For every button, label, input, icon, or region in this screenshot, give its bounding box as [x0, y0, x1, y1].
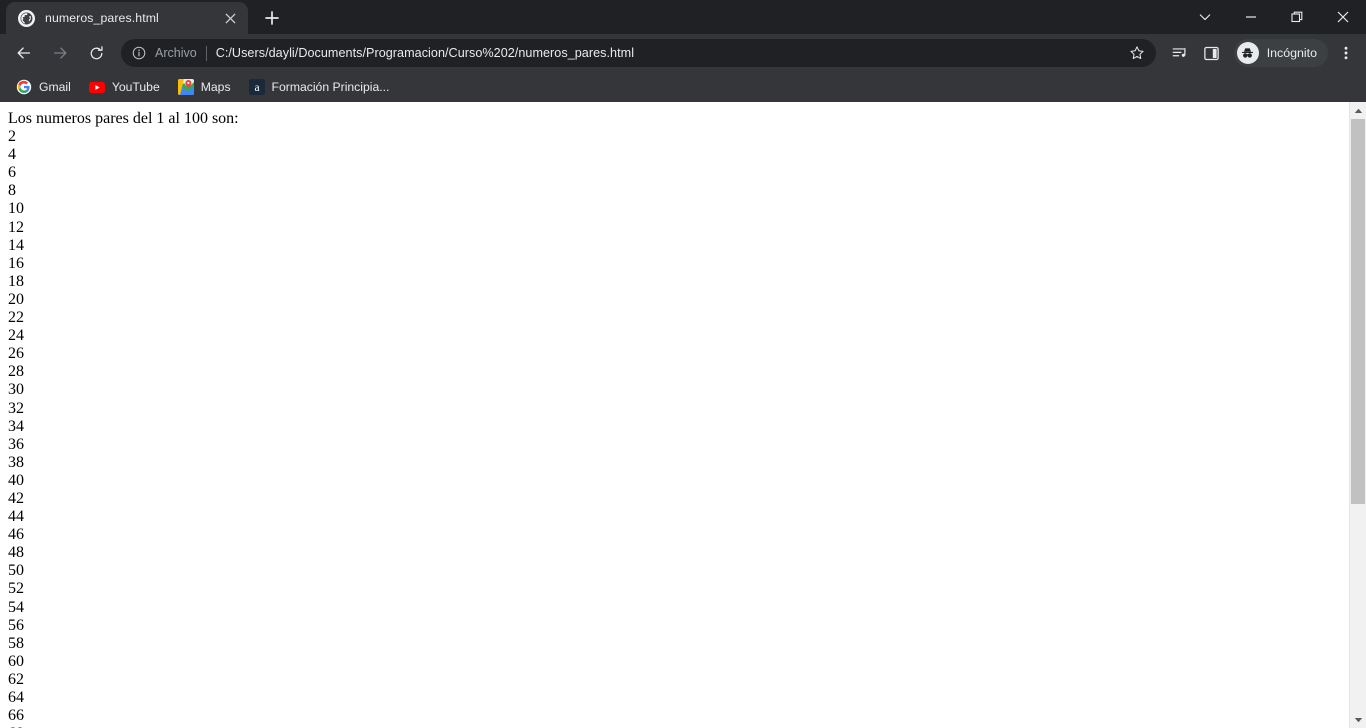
tab-strip: numeros_pares.html	[0, 0, 1366, 34]
even-number-line: 34	[8, 417, 24, 435]
bookmark-label: YouTube	[111, 80, 160, 94]
window-controls	[1182, 0, 1366, 34]
arrow-right-icon[interactable]	[45, 38, 75, 68]
minimize-button[interactable]	[1228, 0, 1274, 34]
bookmark-label: Gmail	[39, 80, 71, 94]
bookmarks-bar: Gmail YouTube Maps a Formación Principia…	[0, 72, 1366, 102]
even-number-line: 62	[8, 670, 24, 688]
address-bar[interactable]: Archivo C:/Users/dayli/Documents/Program…	[121, 39, 1156, 67]
principia-icon: a	[248, 79, 265, 95]
even-number-line: 48	[8, 544, 24, 562]
url-text[interactable]: C:/Users/dayli/Documents/Programacion/Cu…	[216, 46, 1120, 60]
omnibox-divider	[205, 45, 207, 61]
tab-title: numeros_pares.html	[45, 11, 159, 25]
svg-text:a: a	[254, 82, 259, 94]
bookmark-youtube[interactable]: YouTube	[81, 75, 168, 99]
media-list-icon[interactable]	[1165, 38, 1195, 68]
even-number-line: 4	[8, 146, 16, 164]
even-number-line: 36	[8, 435, 24, 453]
even-number-line: 6	[8, 164, 16, 182]
even-number-line: 14	[8, 236, 24, 254]
bookmark-label: Maps	[200, 80, 231, 94]
even-number-line: 26	[8, 345, 24, 363]
side-panel-icon[interactable]	[1197, 38, 1227, 68]
even-number-line: 8	[8, 182, 16, 200]
globe-icon	[18, 9, 35, 27]
even-number-line: 10	[8, 200, 24, 218]
even-number-line: 60	[8, 652, 24, 670]
even-number-line: 54	[8, 598, 24, 616]
vertical-scrollbar[interactable]	[1349, 102, 1366, 728]
even-number-line: 30	[8, 381, 24, 399]
scrollbar-thumb[interactable]	[1351, 119, 1365, 504]
incognito-label: Incógnito	[1266, 46, 1317, 60]
gmail-icon	[16, 79, 32, 95]
even-number-line: 46	[8, 526, 24, 544]
even-number-line: 44	[8, 508, 24, 526]
close-button[interactable]	[1320, 0, 1366, 34]
even-number-line: 64	[8, 689, 24, 706]
even-number-line: 32	[8, 399, 24, 417]
incognito-icon	[1236, 42, 1259, 64]
youtube-icon	[88, 79, 105, 95]
star-outline-icon[interactable]	[1124, 40, 1150, 66]
page-heading: Los numeros pares del 1 al 100 son:	[8, 110, 239, 127]
browser-toolbar: Archivo C:/Users/dayli/Documents/Program…	[0, 34, 1366, 72]
even-number-line: 50	[8, 562, 24, 580]
even-number-line: 66	[8, 707, 24, 725]
triangle-down-icon[interactable]	[1350, 711, 1366, 728]
even-number-line: 2	[8, 128, 16, 146]
even-number-line: 28	[8, 363, 24, 381]
bookmark-maps[interactable]: Maps	[170, 75, 239, 99]
new-tab-button[interactable]	[258, 4, 286, 32]
even-number-line: 58	[8, 634, 24, 652]
even-number-line: 24	[8, 327, 24, 345]
bookmark-gmail[interactable]: Gmail	[8, 75, 79, 99]
arrow-left-icon[interactable]	[9, 38, 39, 68]
bookmark-label: Formación Principia...	[271, 80, 390, 94]
page-content-area: Los numeros pares del 1 al 100 son: 2468…	[0, 102, 1366, 728]
incognito-indicator[interactable]: Incógnito	[1233, 39, 1328, 67]
page-body: Los numeros pares del 1 al 100 son: 2468…	[0, 102, 1349, 728]
triangle-up-icon[interactable]	[1350, 102, 1366, 119]
even-number-line: 40	[8, 471, 24, 489]
even-number-line: 56	[8, 616, 24, 634]
url-scheme-label: Archivo	[155, 46, 197, 60]
maximize-button[interactable]	[1274, 0, 1320, 34]
even-number-line: 16	[8, 254, 24, 272]
even-number-line: 22	[8, 309, 24, 327]
three-dots-vertical-icon[interactable]	[1332, 38, 1360, 68]
even-number-line: 18	[8, 272, 24, 290]
reload-icon[interactable]	[81, 38, 111, 68]
maps-icon	[177, 79, 194, 95]
even-number-line: 38	[8, 453, 24, 471]
info-circle-icon[interactable]	[130, 44, 148, 62]
tab-search-button[interactable]	[1182, 0, 1228, 34]
browser-window: numeros_pares.html Archivo C:/Users/dayl…	[0, 0, 1366, 728]
even-number-line: 52	[8, 580, 24, 598]
browser-tab[interactable]: numeros_pares.html	[6, 2, 248, 34]
even-number-line: 12	[8, 218, 24, 236]
even-number-line: 42	[8, 489, 24, 507]
bookmark-formacion-principia[interactable]: a Formación Principia...	[241, 75, 398, 99]
even-number-line: 20	[8, 290, 24, 308]
close-icon[interactable]	[218, 6, 242, 30]
even-numbers-list: 2 4 6 8 10 12 14 16 18 20 22 24 26 28 30 32 34 36 38 40 42 44…	[8, 128, 1349, 728]
